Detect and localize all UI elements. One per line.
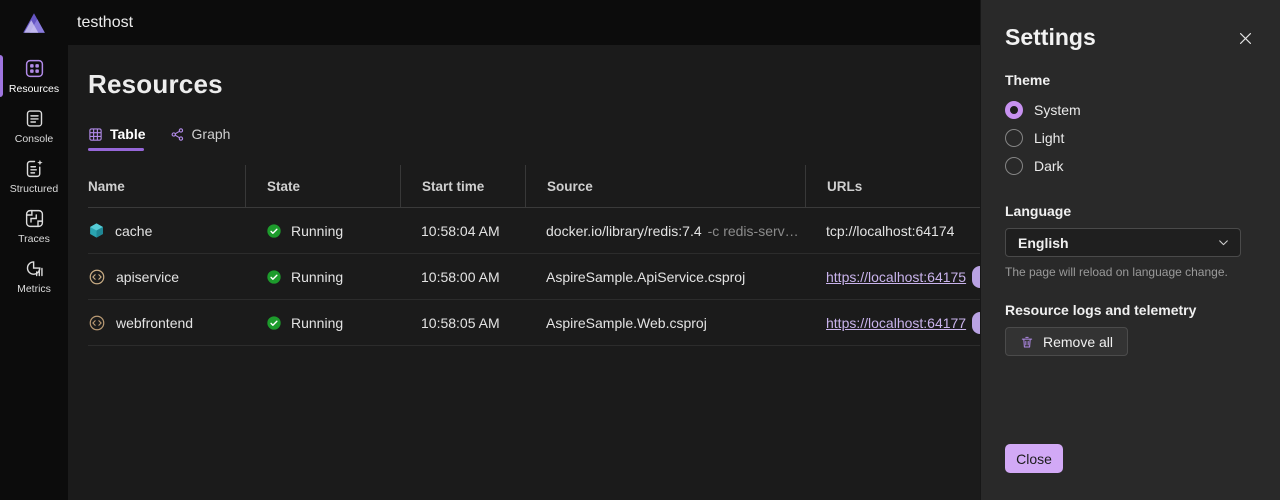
- resource-state: Running: [291, 314, 344, 331]
- sidebar-item-label: Resources: [8, 82, 60, 95]
- running-check-icon: [267, 269, 281, 284]
- resource-url: tcp://localhost:64174: [826, 222, 955, 239]
- resource-start-time: 10:58:00 AM: [421, 268, 500, 285]
- close-icon[interactable]: [1235, 28, 1256, 49]
- resources-grid-icon: [25, 59, 43, 77]
- column-header-start-time: Start time: [400, 165, 525, 207]
- running-check-icon: [267, 223, 281, 238]
- sidebar-item-label: Console: [14, 132, 54, 145]
- resource-start-time: 10:58:04 AM: [421, 222, 500, 239]
- tab-label: Graph: [191, 126, 231, 142]
- more-endpoints-badge[interactable]: [972, 312, 980, 334]
- language-label: Language: [1005, 203, 1072, 219]
- sidebar-item-label: Structured: [9, 182, 59, 195]
- chevron-down-icon: [1219, 240, 1228, 246]
- tab-graph[interactable]: Graph: [170, 126, 231, 151]
- column-header-name: Name: [88, 178, 125, 194]
- tab-label: Table: [110, 126, 146, 142]
- resource-state: Running: [291, 222, 344, 239]
- theme-radio-group: System Light Dark: [1005, 96, 1256, 180]
- column-header-urls: URLs: [805, 165, 980, 207]
- table-icon: [89, 127, 102, 141]
- traces-icon: [25, 209, 43, 227]
- resource-name: cache: [115, 222, 153, 239]
- theme-option-light[interactable]: Light: [1005, 124, 1256, 152]
- resource-source: docker.io/library/redis:7.4: [546, 222, 702, 239]
- view-tabs: Table Graph: [88, 126, 980, 151]
- sidebar-item-label: Metrics: [17, 282, 51, 295]
- radio-label: Light: [1034, 130, 1065, 146]
- radio-label: Dark: [1034, 158, 1064, 174]
- table-header-row: Name State Start time Source URLs: [88, 165, 980, 208]
- remove-all-label: Remove all: [1043, 333, 1114, 350]
- theme-label: Theme: [1005, 72, 1051, 88]
- resource-name: apiservice: [116, 268, 180, 285]
- sidebar-item-traces[interactable]: Traces: [0, 201, 68, 251]
- table-row-webfrontend[interactable]: webfrontend Running 10:58:05 AM AspireSa…: [88, 300, 980, 346]
- trash-icon: [1021, 336, 1033, 347]
- page-title: Resources: [88, 69, 223, 99]
- table-row-apiservice[interactable]: apiservice Running 10:58:00 AM AspireSam…: [88, 254, 980, 300]
- resources-page: Resources Table Graph Name State Start t…: [68, 45, 980, 500]
- theme-option-dark[interactable]: Dark: [1005, 152, 1256, 180]
- resource-name: webfrontend: [116, 314, 194, 331]
- container-cube-icon: [90, 223, 103, 238]
- tab-table[interactable]: Table: [88, 126, 146, 151]
- telemetry-label: Resource logs and telemetry: [1005, 302, 1197, 318]
- language-hint: The page will reload on language change.: [1005, 265, 1228, 279]
- resource-source: AspireSample.Web.csproj: [546, 314, 707, 331]
- settings-panel: Settings Theme System Light Dark Languag…: [980, 0, 1280, 500]
- column-header-source: Source: [525, 165, 805, 207]
- resource-url-link[interactable]: https://localhost:64175: [826, 269, 966, 285]
- column-header-state: State: [245, 165, 400, 207]
- resource-source-args: -c redis-serv…: [707, 222, 799, 239]
- resource-source: AspireSample.ApiService.csproj: [546, 268, 746, 285]
- sidebar-item-resources[interactable]: Resources: [0, 51, 68, 101]
- code-circle-icon: [89, 269, 105, 284]
- sidebar-item-console[interactable]: Console: [0, 101, 68, 151]
- sidebar: Resources Console Structured Traces Metr…: [0, 45, 68, 500]
- more-endpoints-badge[interactable]: [972, 266, 980, 288]
- aspire-logo-icon: [23, 12, 45, 33]
- radio-label: System: [1034, 102, 1081, 118]
- theme-option-system[interactable]: System: [1005, 96, 1256, 124]
- resource-url-link[interactable]: https://localhost:64177: [826, 315, 966, 331]
- active-indicator: [0, 55, 3, 97]
- metrics-icon: [26, 260, 43, 276]
- app-title: testhost: [77, 13, 134, 31]
- radio-selected-icon[interactable]: [1005, 101, 1023, 119]
- remove-all-button[interactable]: Remove all: [1005, 327, 1129, 356]
- sidebar-item-metrics[interactable]: Metrics: [0, 251, 68, 301]
- radio-unselected-icon[interactable]: [1005, 129, 1023, 147]
- console-icon: [26, 109, 42, 127]
- radio-unselected-icon[interactable]: [1005, 157, 1023, 175]
- tab-active-underline: [88, 148, 144, 151]
- language-select[interactable]: English: [1005, 228, 1241, 257]
- graph-icon: [171, 127, 183, 141]
- resources-table: Name State Start time Source URLs cache: [88, 165, 980, 346]
- structured-logs-icon: [26, 159, 43, 177]
- sidebar-item-structured[interactable]: Structured: [0, 151, 68, 201]
- language-selected-value: English: [1018, 234, 1069, 251]
- table-row-cache[interactable]: cache Running 10:58:04 AM docker.io/libr…: [88, 208, 980, 254]
- resource-start-time: 10:58:05 AM: [421, 314, 500, 331]
- running-check-icon: [267, 315, 281, 330]
- resource-state: Running: [291, 268, 344, 285]
- settings-title: Settings: [1005, 24, 1096, 50]
- close-button[interactable]: Close: [1005, 444, 1063, 473]
- sidebar-item-label: Traces: [18, 232, 50, 245]
- code-circle-icon: [89, 315, 105, 330]
